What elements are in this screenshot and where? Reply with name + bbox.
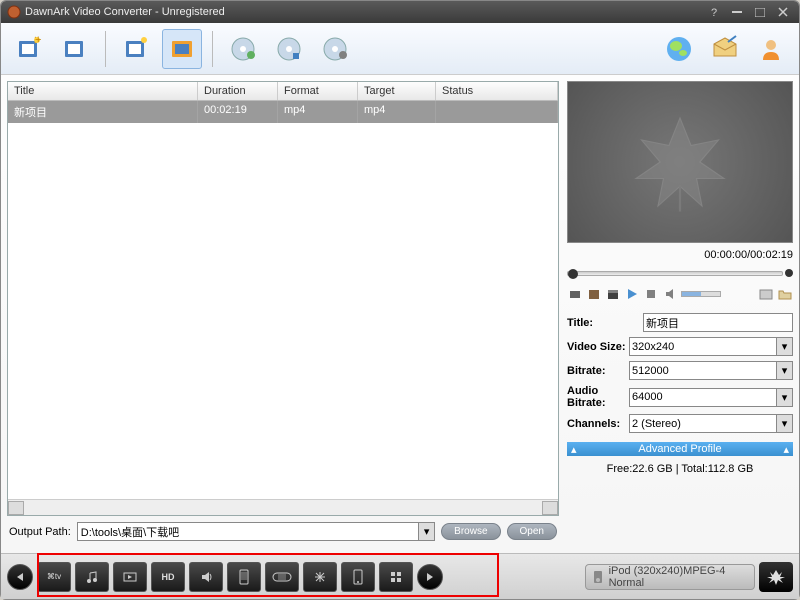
- control-clapper[interactable]: [605, 286, 621, 302]
- timeline[interactable]: [567, 267, 793, 279]
- toolbar-separator: [212, 31, 213, 67]
- help-button[interactable]: ?: [704, 5, 724, 19]
- advanced-label: Advanced Profile: [638, 443, 721, 455]
- timeline-end-marker[interactable]: [785, 269, 793, 277]
- device-settings[interactable]: [303, 562, 337, 592]
- output-path-dropdown[interactable]: ▾: [418, 523, 434, 540]
- format-display[interactable]: iPod (320x240)MPEG-4 Normal: [585, 564, 755, 590]
- globe-button[interactable]: [659, 29, 699, 69]
- col-format[interactable]: Format: [278, 82, 358, 100]
- advanced-profile-bar[interactable]: ▴Advanced Profile▴: [567, 442, 793, 456]
- open-button[interactable]: Open: [507, 523, 557, 540]
- device-audio[interactable]: [189, 562, 223, 592]
- cell-duration: 00:02:19: [198, 101, 278, 123]
- output-path-label: Output Path:: [9, 526, 71, 538]
- time-display: 00:00:00/00:02:19: [567, 247, 793, 263]
- col-target[interactable]: Target: [358, 82, 436, 100]
- control-2[interactable]: [586, 286, 602, 302]
- svg-text:?: ?: [711, 7, 717, 17]
- convert-button[interactable]: [759, 562, 793, 592]
- channels-select[interactable]: [629, 414, 777, 433]
- disc-3-button[interactable]: [315, 29, 355, 69]
- device-video[interactable]: [113, 562, 147, 592]
- col-title[interactable]: Title: [8, 82, 198, 100]
- title-input[interactable]: [643, 313, 793, 332]
- horizontal-scrollbar[interactable]: [8, 499, 558, 515]
- col-duration[interactable]: Duration: [198, 82, 278, 100]
- videosize-dd[interactable]: ▾: [777, 337, 793, 356]
- bitrate-select[interactable]: [629, 361, 777, 380]
- device-windows[interactable]: [379, 562, 413, 592]
- device-hd[interactable]: HD: [151, 562, 185, 592]
- window-title: DawnArk Video Converter - Unregistered: [25, 6, 701, 18]
- leaf-watermark-icon: [625, 107, 735, 217]
- timeline-playhead[interactable]: [568, 269, 578, 279]
- cell-target: mp4: [358, 101, 436, 123]
- cell-status: [436, 101, 558, 123]
- audiobitrate-select[interactable]: [629, 388, 777, 407]
- browse-button[interactable]: Browse: [441, 523, 500, 540]
- device-prev-button[interactable]: [7, 564, 33, 590]
- volume-icon[interactable]: [662, 286, 678, 302]
- videosize-select[interactable]: [629, 337, 777, 356]
- playback-controls: [567, 283, 793, 305]
- scroll-right[interactable]: [542, 501, 558, 515]
- table-row[interactable]: 新项目 00:02:19 mp4 mp4: [8, 101, 558, 123]
- device-bar: ⌘tv HD iPod (320x240)MPEG-4 Normal: [1, 553, 799, 599]
- add-folder-button[interactable]: [55, 29, 95, 69]
- device-phone-1[interactable]: [227, 562, 261, 592]
- snapshot-button[interactable]: [758, 286, 774, 302]
- device-apple-tv[interactable]: ⌘tv: [37, 562, 71, 592]
- disc-2-button[interactable]: [269, 29, 309, 69]
- toolbar: +: [1, 23, 799, 75]
- stop-button[interactable]: [643, 286, 659, 302]
- cell-title: 新项目: [8, 101, 198, 123]
- preview-pane: [567, 81, 793, 243]
- disk-info: Free:22.6 GB | Total:112.8 GB: [567, 460, 793, 478]
- bitrate-dd[interactable]: ▾: [777, 361, 793, 380]
- device-psp[interactable]: [265, 562, 299, 592]
- disc-1-button[interactable]: [223, 29, 263, 69]
- minimize-button[interactable]: [727, 5, 747, 19]
- volume-slider[interactable]: [681, 291, 721, 297]
- col-status[interactable]: Status: [436, 82, 558, 100]
- device-music[interactable]: [75, 562, 109, 592]
- user-button[interactable]: [751, 29, 791, 69]
- file-table: Title Duration Format Target Status 新项目 …: [7, 81, 559, 516]
- maximize-button[interactable]: [750, 5, 770, 19]
- edit-button[interactable]: [116, 29, 156, 69]
- output-path-input[interactable]: [78, 523, 418, 540]
- format-label: iPod (320x240)MPEG-4 Normal: [609, 565, 748, 589]
- add-file-button[interactable]: +: [9, 29, 49, 69]
- audiobitrate-label: Audio Bitrate:: [567, 385, 629, 409]
- mail-button[interactable]: [705, 29, 745, 69]
- titlebar: DawnArk Video Converter - Unregistered ?: [1, 1, 799, 23]
- control-1[interactable]: [567, 286, 583, 302]
- play-button[interactable]: [624, 286, 640, 302]
- crop-button[interactable]: [162, 29, 202, 69]
- toolbar-separator: [105, 31, 106, 67]
- folder-button[interactable]: [777, 286, 793, 302]
- device-next-button[interactable]: [417, 564, 443, 590]
- table-header: Title Duration Format Target Status: [8, 82, 558, 101]
- audiobitrate-dd[interactable]: ▾: [777, 388, 793, 407]
- bitrate-label: Bitrate:: [567, 365, 629, 377]
- device-phone-2[interactable]: [341, 562, 375, 592]
- channels-dd[interactable]: ▾: [777, 414, 793, 433]
- scroll-left[interactable]: [8, 501, 24, 515]
- channels-label: Channels:: [567, 418, 629, 430]
- close-button[interactable]: [773, 5, 793, 19]
- svg-text:+: +: [35, 35, 41, 46]
- cell-format: mp4: [278, 101, 358, 123]
- videosize-label: Video Size:: [567, 341, 629, 353]
- app-icon: [7, 5, 21, 19]
- title-label: Title:: [567, 317, 643, 329]
